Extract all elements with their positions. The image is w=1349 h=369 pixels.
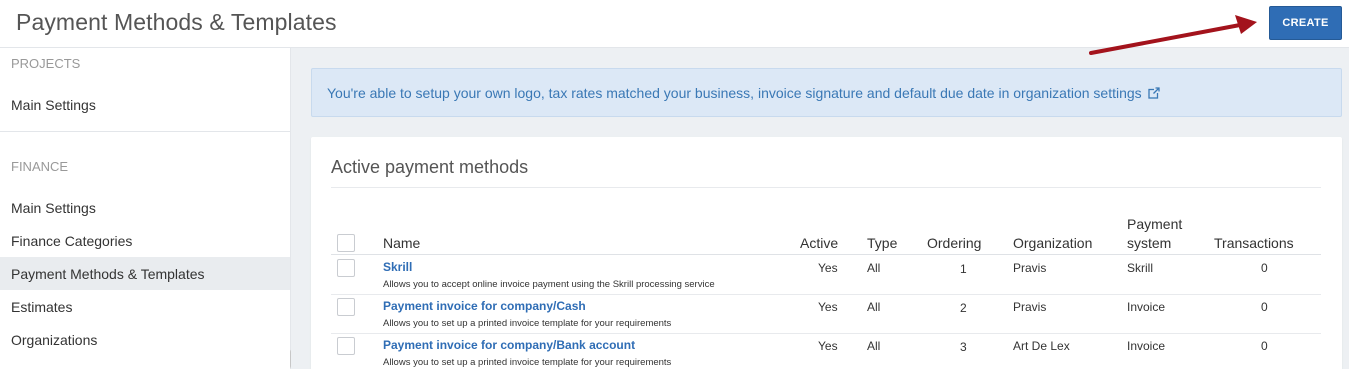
column-header-active[interactable]: Active bbox=[800, 235, 838, 251]
row-payment-system: Invoice bbox=[1127, 300, 1166, 314]
main-content: You're able to setup your own logo, tax … bbox=[291, 48, 1349, 369]
row-active: Yes bbox=[818, 300, 838, 314]
row-active: Yes bbox=[818, 339, 838, 353]
row-organization: Pravis bbox=[1013, 261, 1047, 275]
external-link-icon[interactable] bbox=[1148, 86, 1160, 99]
column-header-name[interactable]: Name bbox=[383, 235, 420, 251]
sidebar-item-payment-methods[interactable]: Payment Methods & Templates bbox=[0, 257, 290, 290]
sidebar-item-label: Estimates bbox=[11, 298, 73, 315]
sidebar-item-finance-categories[interactable]: Finance Categories bbox=[0, 224, 290, 257]
page-title: Payment Methods & Templates bbox=[16, 9, 337, 35]
sidebar-item-organizations[interactable]: Organizations bbox=[0, 323, 290, 356]
row-type: All bbox=[867, 339, 881, 353]
row-ordering: 1 bbox=[960, 262, 967, 276]
payment-methods-card: Active payment methods Name Active Type … bbox=[311, 137, 1342, 369]
sidebar-section-finance: FINANCE bbox=[11, 159, 69, 174]
column-header-organization[interactable]: Organization bbox=[1013, 235, 1092, 251]
sidebar-item-label: Organizations bbox=[11, 331, 98, 348]
row-payment-system: Skrill bbox=[1127, 261, 1153, 275]
row-transactions: 0 bbox=[1261, 339, 1268, 353]
row-divider bbox=[331, 294, 1321, 295]
sidebar-item-label: Main Settings bbox=[11, 96, 96, 113]
info-banner: You're able to setup your own logo, tax … bbox=[311, 68, 1342, 117]
row-ordering: 3 bbox=[960, 340, 967, 354]
row-description: Allows you to set up a printed invoice t… bbox=[383, 318, 672, 329]
sidebar-item-project-main-settings[interactable]: Main Settings bbox=[0, 88, 290, 121]
row-transactions: 0 bbox=[1261, 300, 1268, 314]
sidebar-item-label: Payment Methods & Templates bbox=[11, 265, 205, 282]
row-description: Allows you to set up a printed invoice t… bbox=[383, 357, 672, 368]
select-all-checkbox[interactable] bbox=[337, 234, 355, 252]
column-header-system[interactable]: system bbox=[1127, 235, 1171, 251]
row-active: Yes bbox=[818, 261, 838, 275]
sidebar-item-finance-main-settings[interactable]: Main Settings bbox=[0, 191, 290, 224]
column-header-payment[interactable]: Payment bbox=[1127, 216, 1182, 232]
column-header-transactions[interactable]: Transactions bbox=[1214, 235, 1294, 251]
row-ordering: 2 bbox=[960, 301, 967, 315]
header-divider bbox=[331, 254, 1321, 255]
sidebar: PROJECTS Main Settings FINANCE Main Sett… bbox=[0, 48, 291, 369]
row-payment-system: Invoice bbox=[1127, 339, 1166, 353]
page-header: Payment Methods & Templates CREATE bbox=[0, 0, 1349, 48]
row-checkbox[interactable] bbox=[337, 259, 355, 277]
sidebar-divider bbox=[0, 131, 290, 132]
row-type: All bbox=[867, 300, 881, 314]
row-type: All bbox=[867, 261, 881, 275]
sidebar-item-label: Finance Categories bbox=[11, 232, 133, 249]
row-transactions: 0 bbox=[1261, 261, 1268, 275]
column-header-ordering[interactable]: Ordering bbox=[927, 235, 981, 251]
row-divider bbox=[331, 333, 1321, 334]
sidebar-item-estimates[interactable]: Estimates bbox=[0, 290, 290, 323]
card-title: Active payment methods bbox=[331, 157, 529, 177]
row-organization: Pravis bbox=[1013, 300, 1047, 314]
row-name-link[interactable]: Skrill bbox=[383, 260, 412, 274]
sidebar-item-label: Main Settings bbox=[11, 199, 96, 216]
row-organization: Art De Lex bbox=[1013, 339, 1070, 353]
row-name-link[interactable]: Payment invoice for company/Bank account bbox=[383, 338, 635, 352]
card-divider bbox=[331, 187, 1321, 188]
row-checkbox[interactable] bbox=[337, 337, 355, 355]
info-banner-text[interactable]: You're able to setup your own logo, tax … bbox=[327, 85, 1142, 101]
column-header-type[interactable]: Type bbox=[867, 235, 897, 251]
create-button[interactable]: CREATE bbox=[1269, 6, 1342, 40]
row-description: Allows you to accept online invoice paym… bbox=[383, 279, 715, 290]
row-name-link[interactable]: Payment invoice for company/Cash bbox=[383, 299, 586, 313]
sidebar-section-projects: PROJECTS bbox=[11, 56, 81, 71]
row-checkbox[interactable] bbox=[337, 298, 355, 316]
